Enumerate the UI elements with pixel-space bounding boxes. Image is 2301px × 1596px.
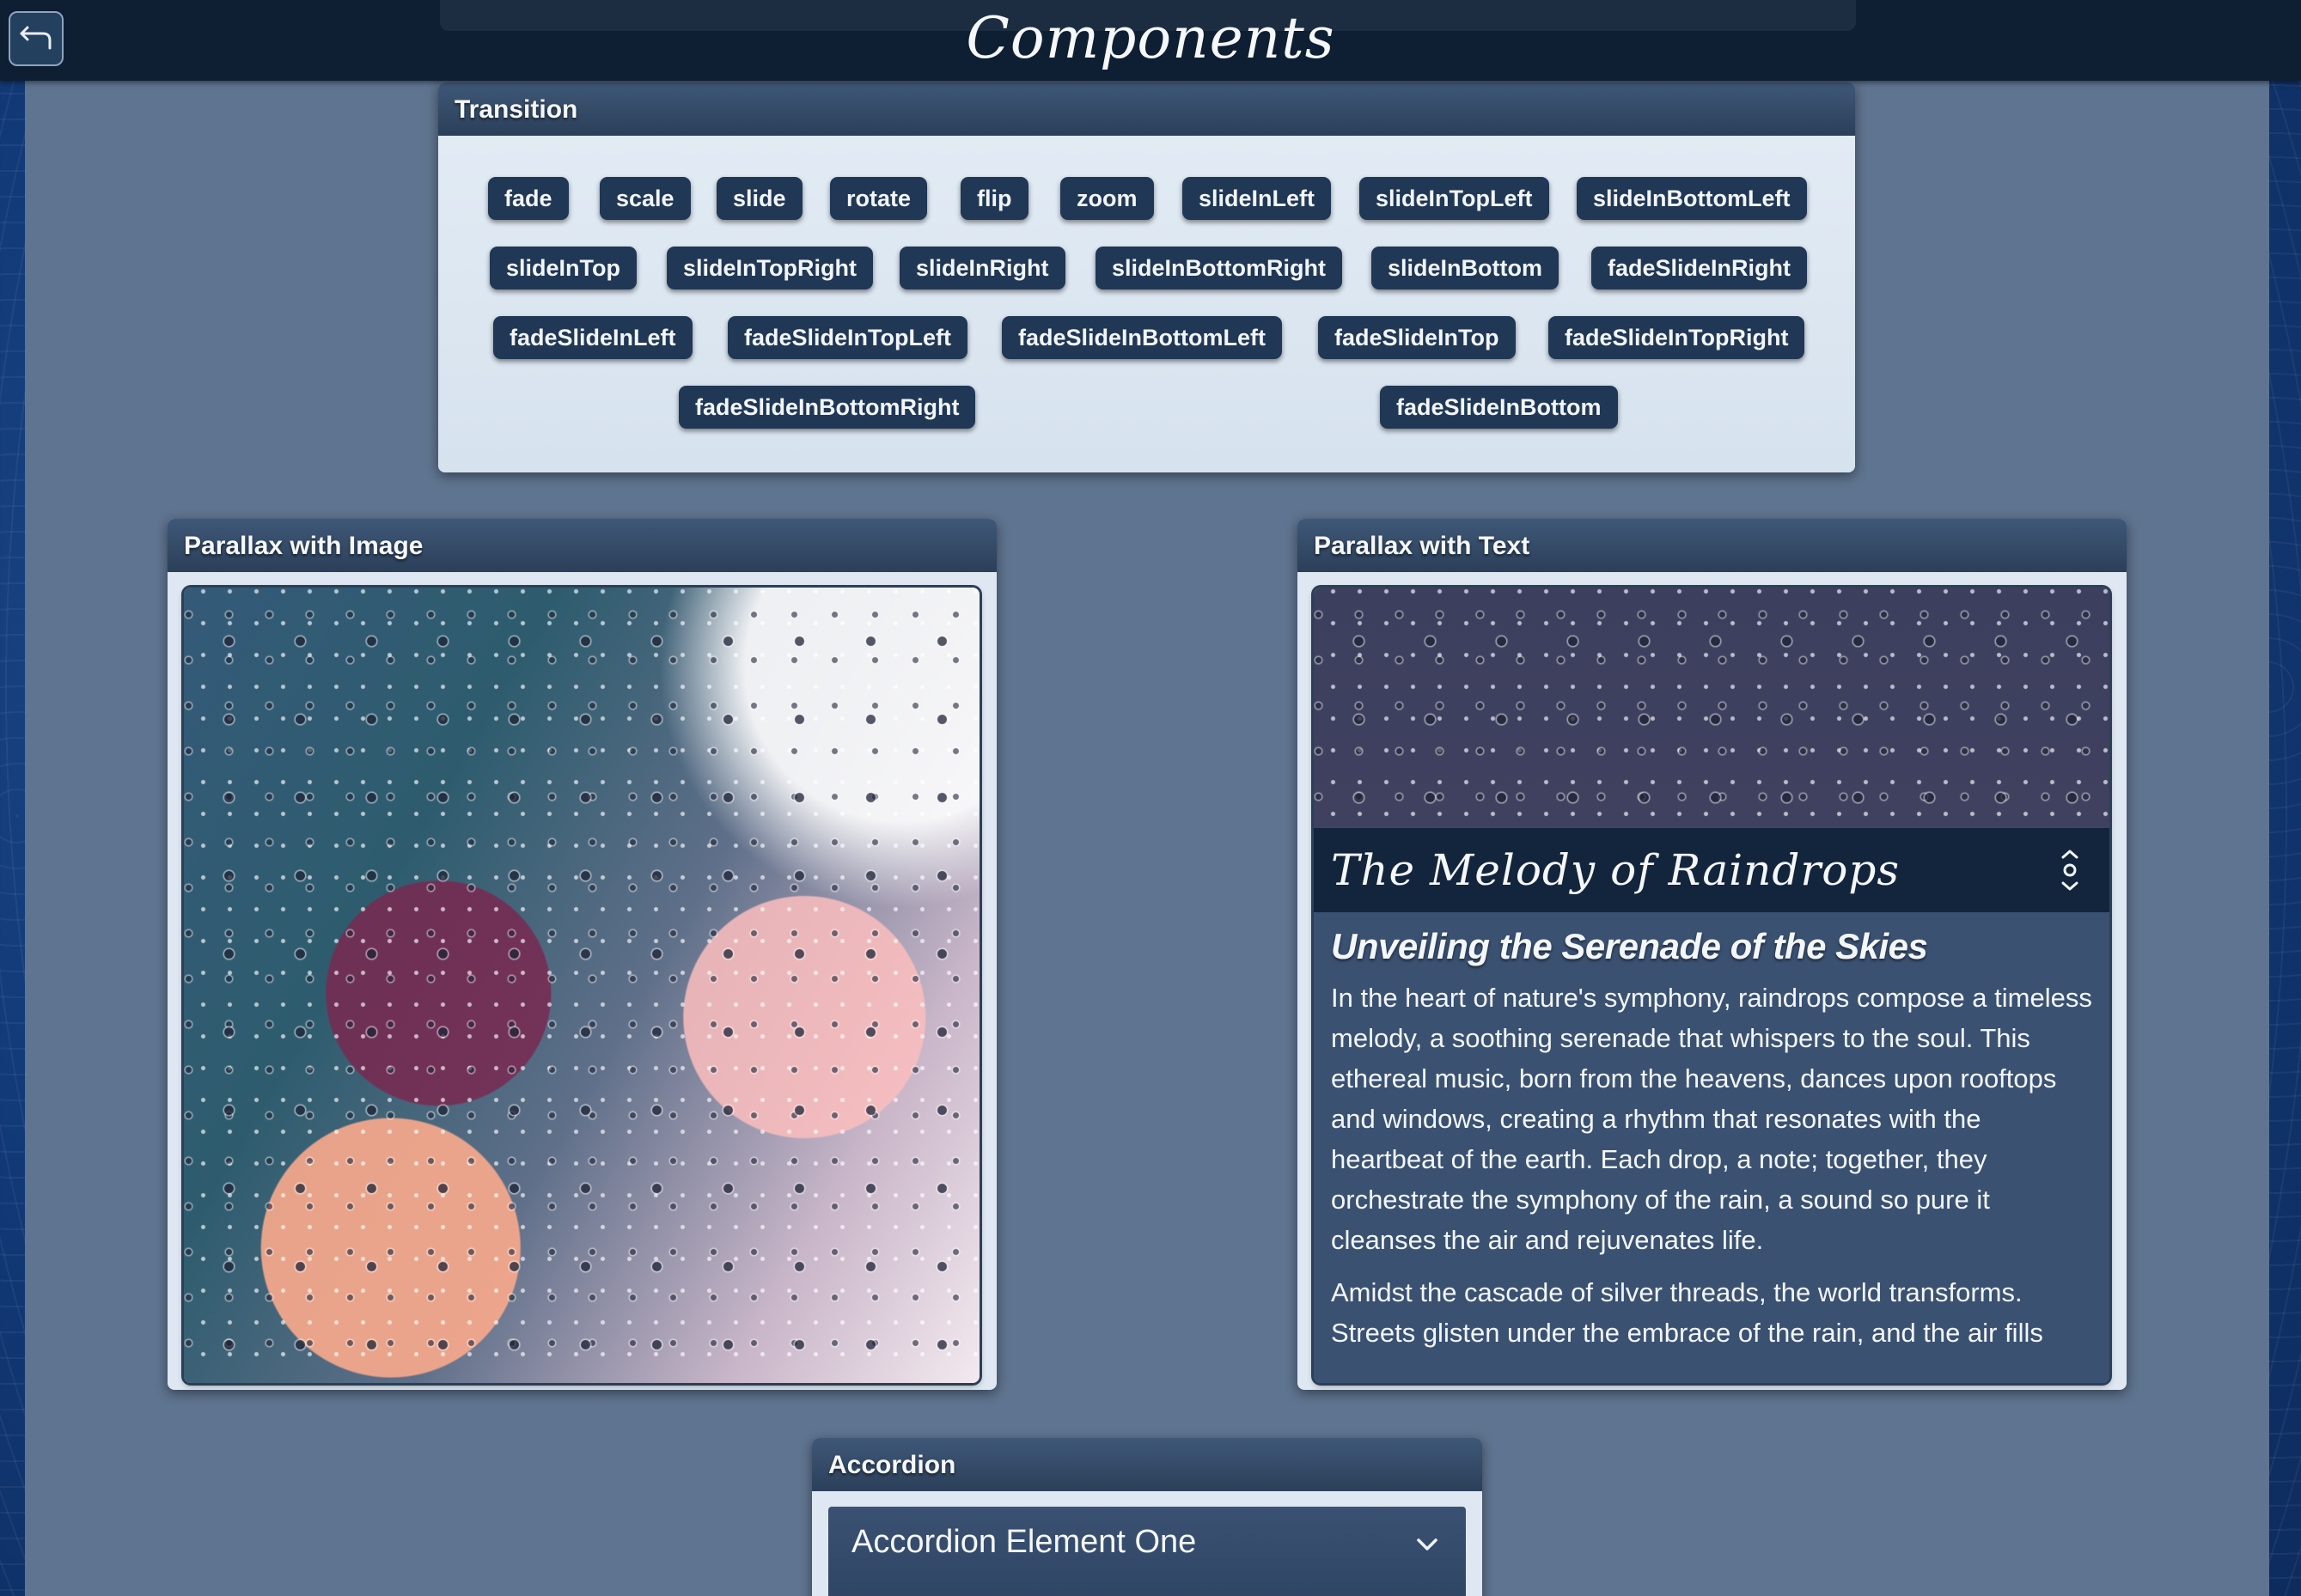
transition-button-zoom[interactable]: zoom: [1060, 177, 1154, 220]
transition-button-grid: fade scale slide rotate flip zoom slideI…: [438, 136, 1855, 472]
transition-button-slideintop[interactable]: slideInTop: [490, 247, 637, 289]
transition-button-slide[interactable]: slide: [717, 177, 803, 220]
transition-button-rotate[interactable]: rotate: [830, 177, 928, 220]
transition-button-fadeslideinbottomleft[interactable]: fadeSlideInBottomLeft: [1002, 316, 1282, 359]
parallax-image-card: Parallax with Image: [168, 519, 997, 1390]
melody-title: The Melody of Raindrops: [1331, 845, 1901, 895]
accordion-card: Accordion Accordion Element One: [812, 1438, 1482, 1596]
transition-button-fadeslideintop[interactable]: fadeSlideInTop: [1318, 316, 1516, 359]
parallax-text-card-title: Parallax with Text: [1297, 519, 2127, 572]
melody-title-bar: The Melody of Raindrops: [1314, 828, 2109, 912]
transition-card: Transition fade scale slide rotate flip …: [438, 82, 1855, 472]
transition-button-fadeslideintopleft[interactable]: fadeSlideInTopLeft: [728, 316, 967, 359]
article-paragraph: In the heart of nature's symphony, raind…: [1331, 983, 2092, 1255]
chevron-down-icon: [1414, 1534, 1440, 1555]
transition-button-slideinbottomright[interactable]: slideInBottomRight: [1096, 247, 1342, 289]
parallax-text-card: Parallax with Text The Melody of Raindro…: [1297, 519, 2127, 1390]
transition-button-fadeslideinright[interactable]: fadeSlideInRight: [1591, 247, 1808, 289]
accordion-item-label: Accordion Element One: [851, 1524, 1197, 1560]
transition-button-fadeslideinbottom[interactable]: fadeSlideInBottom: [1380, 386, 1618, 429]
article-subheading: Unveiling the Serenade of the Skies: [1331, 926, 1928, 966]
page-title: Components: [966, 5, 1335, 71]
transition-button-slideintopleft[interactable]: slideInTopLeft: [1359, 177, 1549, 220]
transition-button-flip[interactable]: flip: [961, 177, 1028, 220]
transition-button-scale[interactable]: scale: [600, 177, 691, 220]
accordion-card-title: Accordion: [812, 1438, 1482, 1491]
article-paragraph: Amidst the cascade of silver threads, th…: [1331, 1277, 2043, 1348]
parallax-image-card-title: Parallax with Image: [168, 519, 997, 572]
transition-button-fadeslideintopright[interactable]: fadeSlideInTopRight: [1548, 316, 1805, 359]
transition-button-fadeslideinleft[interactable]: fadeSlideInLeft: [493, 316, 693, 359]
transition-button-slideintopright[interactable]: slideInTopRight: [667, 247, 873, 289]
raindrops-overlay: [184, 588, 980, 1383]
transition-card-title: Transition: [438, 82, 1855, 136]
transition-button-fadeslideinbottomright[interactable]: fadeSlideInBottomRight: [679, 386, 976, 429]
top-bar: Components: [0, 0, 2301, 81]
transition-button-slideinright[interactable]: slideInRight: [900, 247, 1065, 289]
transition-button-slideinbottomleft[interactable]: slideInBottomLeft: [1577, 177, 1807, 220]
parallax-image-frame[interactable]: [184, 588, 980, 1383]
sort-toggle-icon[interactable]: [2056, 847, 2084, 893]
accordion-item[interactable]: Accordion Element One: [828, 1507, 1466, 1596]
transition-button-slideinbottom[interactable]: slideInBottom: [1371, 247, 1559, 289]
transition-button-fade[interactable]: fade: [488, 177, 569, 220]
article-body: Unveiling the Serenade of the Skies In t…: [1314, 912, 2109, 1383]
parallax-text-frame[interactable]: The Melody of Raindrops Unveiling the Se…: [1314, 588, 2109, 1383]
transition-button-slideinleft[interactable]: slideInLeft: [1182, 177, 1332, 220]
